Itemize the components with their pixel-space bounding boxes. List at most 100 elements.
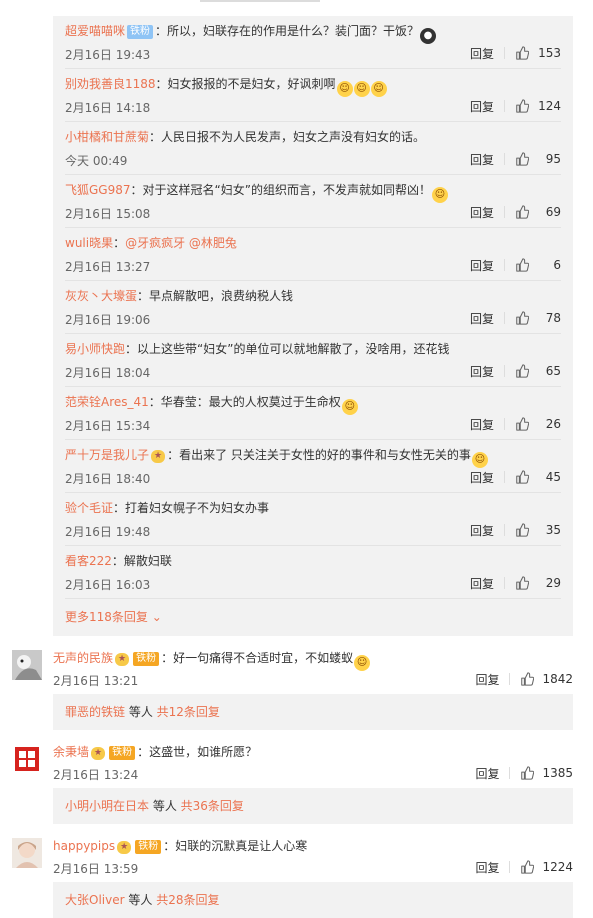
more-replies-label: 更多118条回复 [65,610,148,624]
summary-total-link[interactable]: 共12条回复 [157,705,220,719]
divider [504,153,505,165]
reply-username[interactable]: 验个毛证 [65,501,113,515]
reply-content: 范荣铨Ares_41：华春莹：最大的人权莫过于生命权 ☺ [65,393,485,415]
like-button[interactable]: 65 [515,364,561,378]
summary-username[interactable]: 大张Oliver [65,893,125,907]
reply-button[interactable]: 回复 [470,416,494,433]
reply-button[interactable]: 回复 [470,151,494,168]
like-count: 69 [545,205,561,219]
like-icon [516,311,529,325]
reply-button[interactable]: 回复 [470,469,494,486]
divider [509,673,511,685]
like-button[interactable]: 29 [515,576,561,590]
reply-username[interactable]: 小柑橘和甘蔗菊 [65,130,149,144]
reply-username[interactable]: 飞狐GG987 [65,183,131,197]
like-icon [521,766,535,780]
like-icon [521,672,535,686]
emoji-icon: ☺ [471,452,488,468]
like-button[interactable]: 69 [515,205,561,219]
like-count: 26 [545,417,561,431]
reply-button[interactable]: 回复 [475,859,499,876]
reply-username[interactable]: wuli晓果 [65,236,113,250]
reply-username[interactable]: 超爱喵喵咪 [65,24,125,38]
comment-text: ：妇联的沉默真是让人心寒 [163,839,308,853]
like-button[interactable]: 1224 [520,860,573,874]
reply-text: ：打着妇女幌子不为妇女办事 [113,501,270,515]
reply-time: 2月16日 14:18 [65,101,151,115]
reply-content: 易小师快跑：以上这些带“妇女”的单位可以就地解散了，没啥用，还花钱 [65,340,485,357]
like-count: 1842 [542,672,573,686]
reply-text: ：妇女报报的不是妇女，好讽刺啊 [155,77,336,91]
reply-time: 2月16日 15:34 [65,419,151,433]
reply-summary[interactable]: 小明小明在日本 等人 共36条回复 [53,788,573,824]
reply-username[interactable]: 严十万是我儿子 [65,448,149,462]
like-button[interactable]: 26 [515,417,561,431]
reply-content: 验个毛证：打着妇女幌子不为妇女办事 [65,499,485,516]
reply-summary[interactable]: 罪恶的铁链 等人 共12条回复 [53,694,573,730]
avatar[interactable] [12,650,42,680]
reply-content: 小柑橘和甘蔗菊：人民日报不为人民发声，妇女之声没有妇女的话。 [65,128,485,145]
like-button[interactable]: 35 [515,523,561,537]
reply-username[interactable]: 灰灰丶大壕蛋 [65,289,137,303]
reply-username[interactable]: 易小师快跑 [65,342,125,356]
emoji-icon: ● [420,28,437,44]
summary-username[interactable]: 罪恶的铁链 [65,705,125,719]
comment-username[interactable]: 无声的民族 [53,651,113,665]
like-button[interactable]: 1385 [520,766,573,780]
summary-total-link[interactable]: 共36条回复 [181,799,244,813]
like-button[interactable]: 95 [515,152,561,166]
summary-total-link[interactable]: 共28条回复 [156,893,219,907]
reply-time: 2月16日 16:03 [65,578,151,592]
emoji-icon: ☺ [353,81,370,97]
reply-text: ：早点解散吧，浪费纳税人钱 [137,289,294,303]
reply-button[interactable]: 回复 [470,575,494,592]
reply-username[interactable]: 别劝我善良1188 [65,77,156,91]
more-replies-link[interactable]: 更多118条回复 ⌄ [65,608,162,625]
summary-text: 等人 [124,893,157,907]
like-button[interactable]: 45 [515,470,561,484]
like-icon [516,417,529,431]
reply-summary[interactable]: 大张Oliver 等人 共28条回复 [53,882,573,918]
divider [509,767,511,779]
reply-button[interactable]: 回复 [470,45,494,62]
divider [504,471,505,483]
reply-button[interactable]: 回复 [470,522,494,539]
divider [504,524,505,536]
reply-button[interactable]: 回复 [470,257,494,274]
reply-button[interactable]: 回复 [470,310,494,327]
comment-content: 无声的民族 ★ 铁粉 ：好一句痛得不合适时宜，不如蝼蚁 ☺ [53,649,371,671]
like-button[interactable]: 124 [515,99,561,113]
reply-text: ：所以，妇联存在的作用是什么？装门面？干饭？ [155,24,420,38]
comment-text: ：好一句痛得不合适时宜，不如蝼蚁 [161,651,354,665]
reply-actions: 回复 6 [470,256,561,274]
like-count: 6 [553,258,561,272]
reply-button[interactable]: 回复 [475,765,499,782]
reply-button[interactable]: 回复 [475,671,499,688]
reply-time: 2月16日 19:43 [65,48,151,62]
reply-button[interactable]: 回复 [470,363,494,380]
divider [509,861,511,873]
reply-item: 看客222：解散妇联 2月16日 16:03 回复 29 [65,546,561,599]
emoji-icon: ☺ [431,187,448,203]
comment-username[interactable]: happypips [53,839,115,853]
reply-button[interactable]: 回复 [470,204,494,221]
summary-username[interactable]: 小明小明在日本 [65,799,149,813]
divider [504,577,505,589]
like-count: 35 [545,523,561,537]
mention-link[interactable]: @牙疯疯牙 @林肥兔 [125,236,237,250]
like-button[interactable]: 6 [515,258,561,272]
like-button[interactable]: 1842 [520,672,573,686]
reply-button[interactable]: 回复 [470,98,494,115]
reply-username[interactable]: 看客222 [65,554,112,568]
avatar[interactable] [12,838,42,868]
like-button[interactable]: 78 [515,311,561,325]
like-button[interactable]: 153 [515,46,561,60]
comment-username[interactable]: 余秉墙 [53,745,89,759]
reply-text: ：人民日报不为人民发声，妇女之声没有妇女的话。 [149,130,426,144]
avatar[interactable] [12,744,42,774]
chevron-down-icon: ⌄ [151,610,162,624]
reply-time: 2月16日 19:48 [65,525,151,539]
reply-text: ： [113,236,126,250]
like-icon [516,46,529,60]
reply-username[interactable]: 范荣铨Ares_41 [65,395,149,409]
